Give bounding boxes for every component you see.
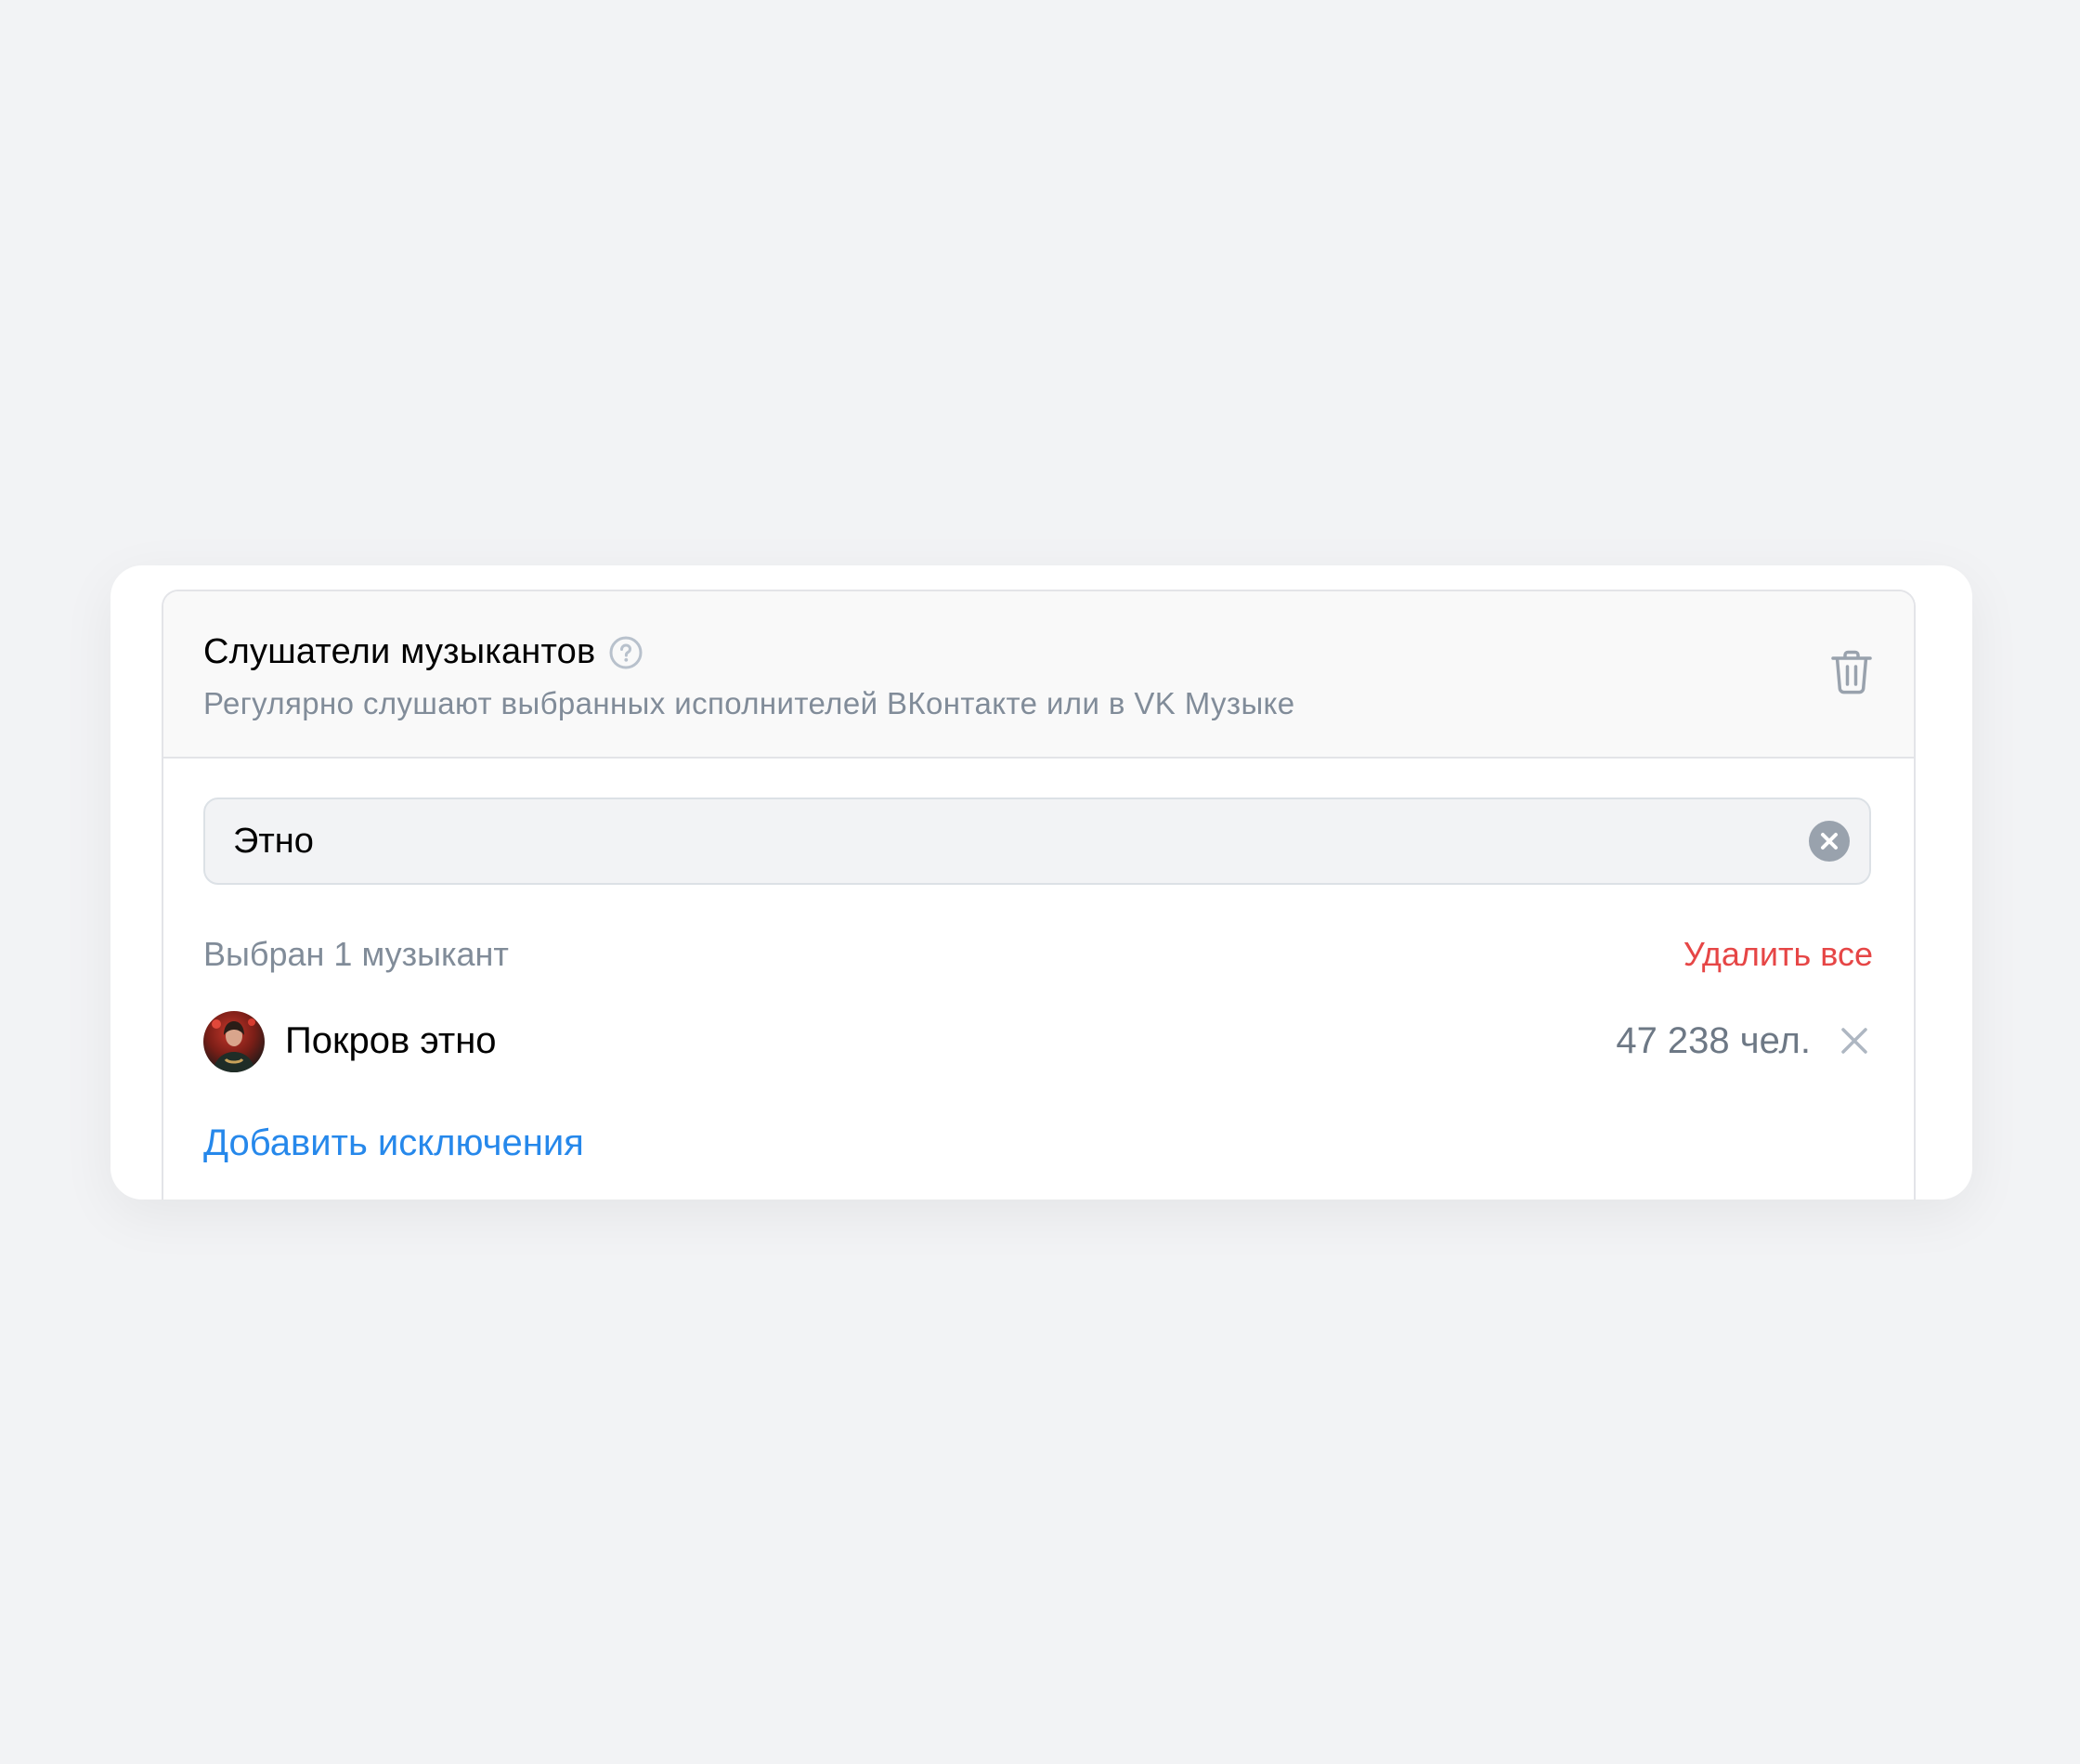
musician-search-input[interactable] — [233, 799, 1719, 883]
card-title-row: Слушатели музыкантов — [203, 632, 644, 672]
musician-audience-count: 47 238 чел. — [1616, 1020, 1811, 1061]
musician-avatar — [203, 1011, 265, 1072]
clear-circle-icon[interactable] — [1808, 820, 1851, 863]
card-header: Слушатели музыкантов Регулярно слушают в… — [163, 591, 1914, 759]
close-icon[interactable] — [1838, 1024, 1871, 1057]
audience-segment-card: Слушатели музыкантов Регулярно слушают в… — [162, 590, 1916, 1200]
settings-card: Слушатели музыкантов Регулярно слушают в… — [110, 565, 1972, 1200]
help-circle-icon[interactable] — [608, 635, 644, 670]
card-title: Слушатели музыкантов — [203, 632, 596, 671]
card-subtitle: Регулярно слушают выбранных исполнителей… — [203, 686, 1295, 720]
musician-search-field[interactable] — [203, 798, 1871, 885]
musician-name: Покров этно — [285, 1020, 497, 1061]
add-exclusions-link[interactable]: Добавить исключения — [203, 1122, 584, 1164]
trash-icon[interactable] — [1830, 649, 1873, 695]
selected-count-label: Выбран 1 музыкант — [203, 935, 509, 973]
remove-all-button[interactable]: Удалить все — [1684, 935, 1873, 974]
musician-list-item: Покров этно 47 238 чел. — [203, 1011, 1871, 1072]
